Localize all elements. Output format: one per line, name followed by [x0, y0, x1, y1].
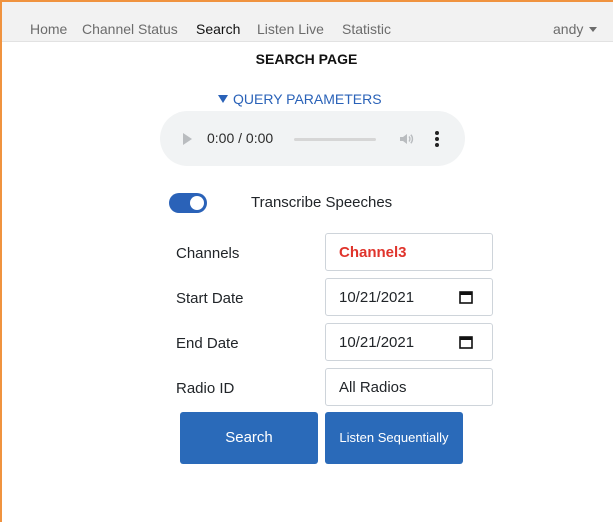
- user-menu[interactable]: andy: [553, 21, 598, 37]
- radio-id-label: Radio ID: [176, 380, 235, 397]
- nav-statistic[interactable]: Statistic: [342, 21, 391, 37]
- channels-label: Channels: [176, 245, 240, 262]
- listen-sequentially-button[interactable]: Listen Sequentially: [325, 412, 463, 464]
- start-date-value: 10/21/2021: [339, 289, 415, 306]
- query-parameters-toggle[interactable]: QUERY PARAMETERS: [218, 91, 382, 107]
- top-navbar: Home Channel Status Search Listen Live S…: [2, 2, 613, 42]
- nav-search[interactable]: Search: [196, 21, 240, 37]
- calendar-icon[interactable]: [459, 335, 473, 349]
- start-date-label: Start Date: [176, 290, 244, 307]
- more-options-icon[interactable]: [430, 130, 444, 148]
- transcribe-toggle[interactable]: [169, 193, 207, 213]
- toggle-knob: [190, 196, 204, 210]
- player-progress-track[interactable]: [294, 138, 376, 141]
- end-date-label: End Date: [176, 335, 239, 352]
- search-button[interactable]: Search: [180, 412, 318, 464]
- triangle-down-icon: [218, 95, 228, 103]
- audio-player: 0:00 / 0:00: [160, 111, 465, 166]
- nav-home[interactable]: Home: [30, 21, 67, 37]
- nav-channel-status[interactable]: Channel Status: [82, 21, 178, 37]
- nav-listen-live[interactable]: Listen Live: [257, 21, 324, 37]
- player-time: 0:00 / 0:00: [207, 130, 274, 146]
- channels-value: Channel3: [339, 244, 407, 261]
- start-date-field[interactable]: 10/21/2021: [325, 278, 493, 316]
- channels-field[interactable]: Channel3: [325, 233, 493, 271]
- radio-id-field[interactable]: All Radios: [325, 368, 493, 406]
- radio-id-value: All Radios: [339, 379, 407, 396]
- query-parameters-label: QUERY PARAMETERS: [233, 91, 382, 107]
- play-icon[interactable]: [183, 133, 192, 145]
- calendar-icon[interactable]: [459, 290, 473, 304]
- transcribe-label: Transcribe Speeches: [251, 194, 393, 211]
- user-name: andy: [553, 21, 584, 37]
- chevron-down-icon: [589, 27, 598, 32]
- page-title: SEARCH PAGE: [255, 51, 358, 67]
- end-date-field[interactable]: 10/21/2021: [325, 323, 493, 361]
- end-date-value: 10/21/2021: [339, 334, 415, 351]
- volume-icon[interactable]: [398, 131, 414, 147]
